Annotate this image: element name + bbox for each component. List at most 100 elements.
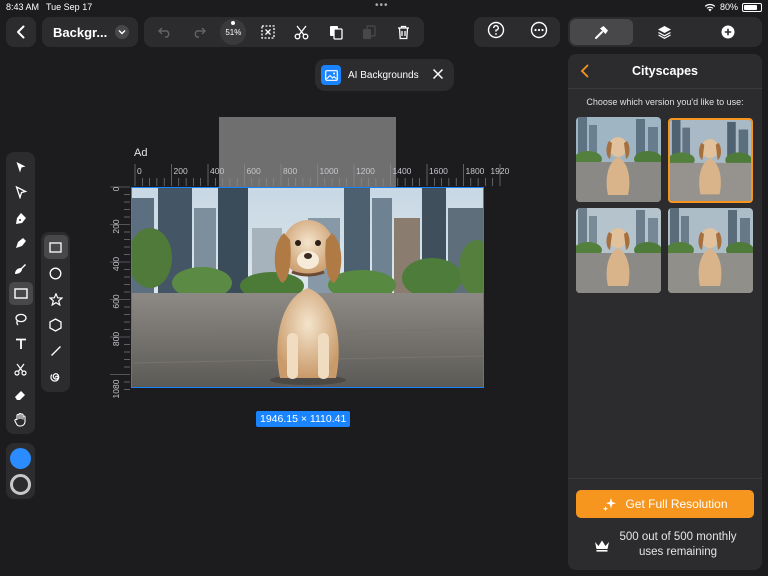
pencil-icon [15,238,26,249]
redo-icon [194,27,206,38]
panel-tabs [568,17,762,47]
knife-icon [14,363,27,376]
background-option-4[interactable] [668,208,753,293]
tab-tools[interactable] [570,19,634,45]
undo-button[interactable] [153,20,177,44]
tab-add[interactable] [697,19,760,45]
ellipsis-circle-icon [530,21,547,38]
panel-divider [568,88,762,89]
text-icon [15,338,26,350]
help-toolbar [474,17,560,47]
tab-layers[interactable] [633,19,696,45]
ruler-v-label: 0 [111,186,121,191]
ruler-v-label: 400 [111,257,121,271]
tool-lasso[interactable] [9,308,33,331]
delete-button[interactable] [391,20,415,44]
tool-brush[interactable] [9,257,33,280]
hammer-icon [595,25,609,39]
tool-scissors[interactable] [9,358,33,381]
more-button[interactable] [530,21,548,44]
ruler-h-label: 1400 [393,166,412,176]
circle-icon [49,267,62,279]
ruler-v-label: 1080 [111,379,121,398]
ruler-h-label: 1920 [490,166,509,176]
arrow-pointer-icon [16,161,25,173]
tool-hand[interactable] [9,409,33,432]
direct-select-icon [14,186,27,200]
hand-icon [14,413,26,427]
chevron-left-icon [17,25,25,39]
cut-button[interactable] [290,20,314,44]
shape-star[interactable] [44,287,68,311]
ruler-h-label: 400 [210,166,224,176]
plus-circle-icon [721,25,735,39]
copy-button[interactable] [324,20,348,44]
line-icon [50,346,61,356]
deselect-button[interactable] [256,20,280,44]
document-title: Backgr... [53,24,108,40]
redo-button[interactable] [187,20,211,44]
tool-pencil[interactable] [9,232,33,255]
deselect-icon [261,25,275,39]
status-date: Tue Sep 17 [46,2,93,12]
ruler-v-label: 800 [111,332,121,346]
usage-info: 500 out of 500 monthly uses remaining [568,529,762,561]
shape-spiral[interactable] [44,365,68,389]
eraser-icon [15,390,25,400]
fill-color-swatch[interactable] [10,448,31,469]
background-option-1[interactable] [576,117,661,202]
ruler-v-label: 200 [111,219,121,233]
sparkles-icon [603,497,617,511]
ruler-h-label: 1600 [429,166,448,176]
zoom-level-button[interactable]: 51% [220,19,247,45]
multitask-dots[interactable]: ••• [375,0,389,11]
horizontal-ruler: 0 200 400 600 800 1000 1200 1400 1600 1800 1920 [134,164,510,186]
shape-polygon[interactable] [44,313,68,337]
vertical-ruler: 0 200 400 600 800 1080 [110,186,130,398]
help-button[interactable] [487,21,505,44]
tool-direct-select[interactable] [9,181,33,204]
document-title-button[interactable]: Backgr... [42,17,138,47]
ruler-v-label: 600 [111,294,121,308]
image-icon [321,65,341,85]
tool-shape[interactable] [8,282,33,306]
tools-palette [6,152,35,434]
artboard-label[interactable]: Ad [134,147,147,159]
shape-line[interactable] [44,339,68,363]
question-circle-icon [487,21,504,38]
ruler-h-label: 0 [137,166,142,176]
panel-title: Cityscapes [631,64,698,78]
ai-backgrounds-pill[interactable]: AI Backgrounds [315,59,454,91]
background-option-image [576,117,661,202]
tool-pen[interactable] [9,207,33,230]
stroke-color-swatch[interactable] [10,474,31,495]
battery-percent: 80% [719,2,738,12]
background-option-3[interactable] [576,208,661,293]
usage-line-1: 500 out of 500 monthly [619,531,737,543]
ruler-h-label: 1000 [320,166,339,176]
status-time: 8:43 AM [6,2,40,12]
background-option-image [670,120,751,201]
selection-dimensions-badge: 1946.15 × 1110.41 [256,411,351,427]
ai-backgrounds-label: AI Backgrounds [348,69,419,81]
color-swatches [6,443,35,499]
hexagon-icon [49,318,62,332]
back-button[interactable] [6,17,36,47]
paste-button[interactable] [357,20,381,44]
tool-select[interactable] [9,156,33,179]
ruler-h-label: 600 [247,166,261,176]
ruler-h-label: 200 [174,166,188,176]
scissors-icon [294,25,309,39]
close-ai-pill-button[interactable] [432,68,444,83]
shape-rectangle[interactable] [43,235,68,259]
dog-cityscape-image[interactable] [131,187,484,388]
background-option-2[interactable] [668,118,753,203]
star-icon [48,292,63,306]
get-full-resolution-button[interactable]: Get Full Resolution [576,490,754,518]
rectangle-icon [49,241,62,253]
tool-eraser[interactable] [9,383,33,406]
shape-ellipse[interactable] [44,261,68,285]
tool-text[interactable] [9,333,33,356]
rectangle-icon [13,288,28,300]
usage-line-2: uses remaining [639,546,717,558]
